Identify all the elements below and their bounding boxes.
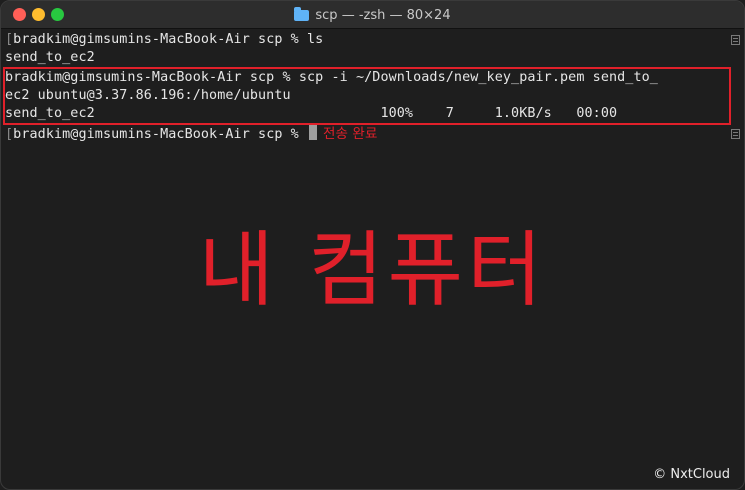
scroll-marker-icon	[731, 35, 740, 45]
scp-command-highlight-box	[3, 67, 731, 125]
text-cursor	[309, 125, 317, 140]
window-title-wrap: scp — -zsh — 80×24	[1, 1, 744, 29]
terminal-line: send_to_ec2	[5, 50, 95, 65]
window-title: scp — -zsh — 80×24	[315, 7, 451, 23]
folder-icon	[294, 6, 310, 21]
transfer-done-annotation: 전송 완료	[323, 126, 378, 142]
my-computer-label: 내 컴퓨터	[198, 223, 547, 318]
terminal-window: scp — -zsh — 80×24 [bradkim@gimsumins-Ma…	[0, 0, 745, 490]
title-bar[interactable]: scp — -zsh — 80×24	[1, 1, 744, 29]
terminal-prompt-line[interactable]: [bradkim@gimsumins-MacBook-Air scp % 전송 …	[5, 125, 377, 143]
terminal-line: [bradkim@gimsumins-MacBook-Air scp % ls	[5, 32, 324, 47]
watermark: © NxtCloud	[653, 467, 730, 482]
scroll-marker-icon	[731, 129, 740, 139]
